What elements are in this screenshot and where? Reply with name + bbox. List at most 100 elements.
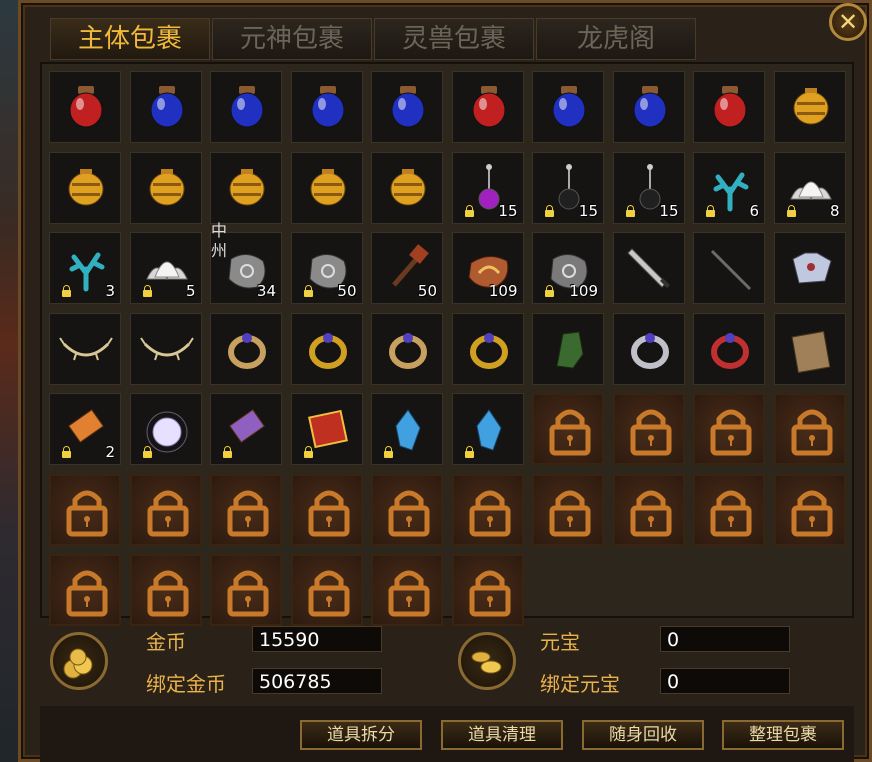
locked-slot[interactable] (371, 554, 443, 626)
recycle-button[interactable]: 随身回收 (582, 720, 704, 750)
inventory-slot[interactable] (129, 71, 202, 143)
inventory-slot[interactable]: 3 (49, 232, 121, 304)
inventory-slot[interactable]: 109 (451, 232, 524, 304)
inventory-slot[interactable] (290, 393, 363, 465)
inventory-slot[interactable] (290, 71, 363, 143)
item-count: 8 (829, 201, 840, 220)
locked-slot[interactable] (532, 393, 604, 465)
locked-slot[interactable] (210, 554, 282, 626)
slot-text-overlay: 中州 (211, 221, 228, 260)
locked-slot[interactable] (371, 473, 443, 546)
split-item-button[interactable]: 道具拆分 (300, 720, 422, 750)
locked-slot[interactable] (129, 554, 202, 626)
inventory-slot[interactable] (693, 232, 765, 304)
blue-potion-icon (633, 86, 666, 128)
tab-spirit-bag[interactable]: 元神包裹 (212, 18, 372, 60)
inventory-slot[interactable] (532, 312, 604, 385)
locked-slot[interactable] (49, 473, 121, 546)
close-button[interactable]: ✕ (829, 3, 867, 41)
locked-slot[interactable] (693, 393, 765, 465)
inventory-slot[interactable]: 15 (612, 151, 685, 224)
item-count: 109 (488, 282, 518, 300)
tab-dragon-tiger-pavilion[interactable]: 龙虎阁 (536, 18, 696, 60)
padlock-icon (66, 490, 108, 536)
locked-slot[interactable] (129, 473, 202, 546)
inventory-slot[interactable]: 6 (693, 151, 765, 224)
inventory-slot[interactable] (451, 312, 524, 385)
inventory-slot[interactable] (451, 393, 524, 465)
thorn-necklace-icon (59, 336, 113, 360)
inventory-slot[interactable] (210, 71, 282, 143)
locked-slot[interactable] (451, 473, 524, 546)
locked-slot[interactable] (532, 473, 604, 546)
inventory-slot[interactable] (210, 312, 282, 385)
locked-slot[interactable] (451, 554, 524, 626)
locked-slot[interactable] (612, 393, 685, 465)
locked-slot[interactable] (612, 473, 685, 546)
padlock-icon (227, 490, 269, 536)
inventory-slot[interactable]: 50 (371, 232, 443, 304)
locked-slot[interactable] (693, 473, 765, 546)
locked-slot[interactable] (49, 554, 121, 626)
inventory-slot[interactable] (49, 312, 121, 385)
item-count: 15 (578, 201, 598, 220)
clean-items-button[interactable]: 道具清理 (441, 720, 563, 750)
inventory-slot[interactable] (612, 312, 685, 385)
inventory-slot[interactable] (371, 151, 443, 224)
tab-main-bag[interactable]: 主体包裹 (50, 18, 210, 60)
gold-jar-icon (229, 168, 265, 205)
inventory-slot[interactable] (210, 151, 282, 224)
item-count: 50 (337, 282, 357, 300)
sword-icon (626, 248, 670, 288)
inventory-slot[interactable] (371, 393, 443, 465)
inventory-slot[interactable]: 15 (532, 151, 604, 224)
locked-slot[interactable] (210, 473, 282, 546)
inventory-slot[interactable] (612, 232, 685, 304)
locked-slot[interactable] (290, 554, 363, 626)
inventory-slot[interactable]: 109 (532, 232, 604, 304)
inventory-slot[interactable] (693, 312, 765, 385)
inventory-slot[interactable] (49, 71, 121, 143)
inventory-slot[interactable]: 34 中州 (210, 221, 282, 304)
inventory-slot[interactable] (49, 151, 121, 224)
inventory-slot[interactable]: 50 (290, 232, 363, 304)
inventory-slot[interactable] (129, 312, 202, 385)
padlock-icon (791, 409, 832, 456)
locked-slot[interactable] (290, 473, 363, 546)
inventory-slot[interactable] (532, 71, 604, 143)
gold-label: 金币 (146, 630, 186, 654)
red-potion-icon (69, 86, 103, 128)
locked-slot[interactable] (773, 393, 846, 465)
inventory-slot[interactable]: 2 (49, 393, 121, 465)
inventory-slot[interactable]: 15 (451, 151, 524, 224)
gold-jar-icon (68, 168, 104, 205)
inventory-slot[interactable] (210, 393, 282, 465)
item-count: 2 (105, 443, 115, 461)
inventory-slot[interactable] (693, 71, 765, 143)
inventory-slot[interactable] (371, 71, 443, 143)
inventory-slot[interactable] (129, 393, 202, 465)
inventory-slot[interactable] (451, 71, 524, 143)
tab-pet-bag[interactable]: 灵兽包裹 (374, 18, 534, 60)
inventory-slot[interactable] (290, 151, 363, 224)
white-orb-icon (146, 411, 187, 453)
inventory-slot[interactable] (773, 232, 846, 304)
padlock-icon (549, 409, 591, 456)
thorn-necklace-icon (139, 336, 194, 360)
bound-gold-label: 绑定金币 (146, 672, 226, 696)
inventory-slot[interactable] (129, 151, 202, 224)
sort-bag-button[interactable]: 整理包裹 (722, 720, 844, 750)
locked-slot[interactable] (773, 473, 846, 546)
inventory-slot[interactable] (773, 312, 846, 385)
inventory-slot[interactable] (371, 312, 443, 385)
inventory-slot[interactable] (612, 71, 685, 143)
gold-jar-icon (390, 168, 426, 205)
padlock-icon (388, 490, 430, 536)
inventory-slot[interactable]: 5 (129, 232, 202, 304)
gold-jar-icon (793, 88, 828, 125)
inventory-slot[interactable]: 8 (773, 151, 846, 224)
inventory-slot[interactable] (773, 71, 846, 143)
inventory-slot[interactable] (290, 312, 363, 385)
item-count: 6 (749, 201, 759, 220)
ingot-icon (458, 632, 516, 690)
